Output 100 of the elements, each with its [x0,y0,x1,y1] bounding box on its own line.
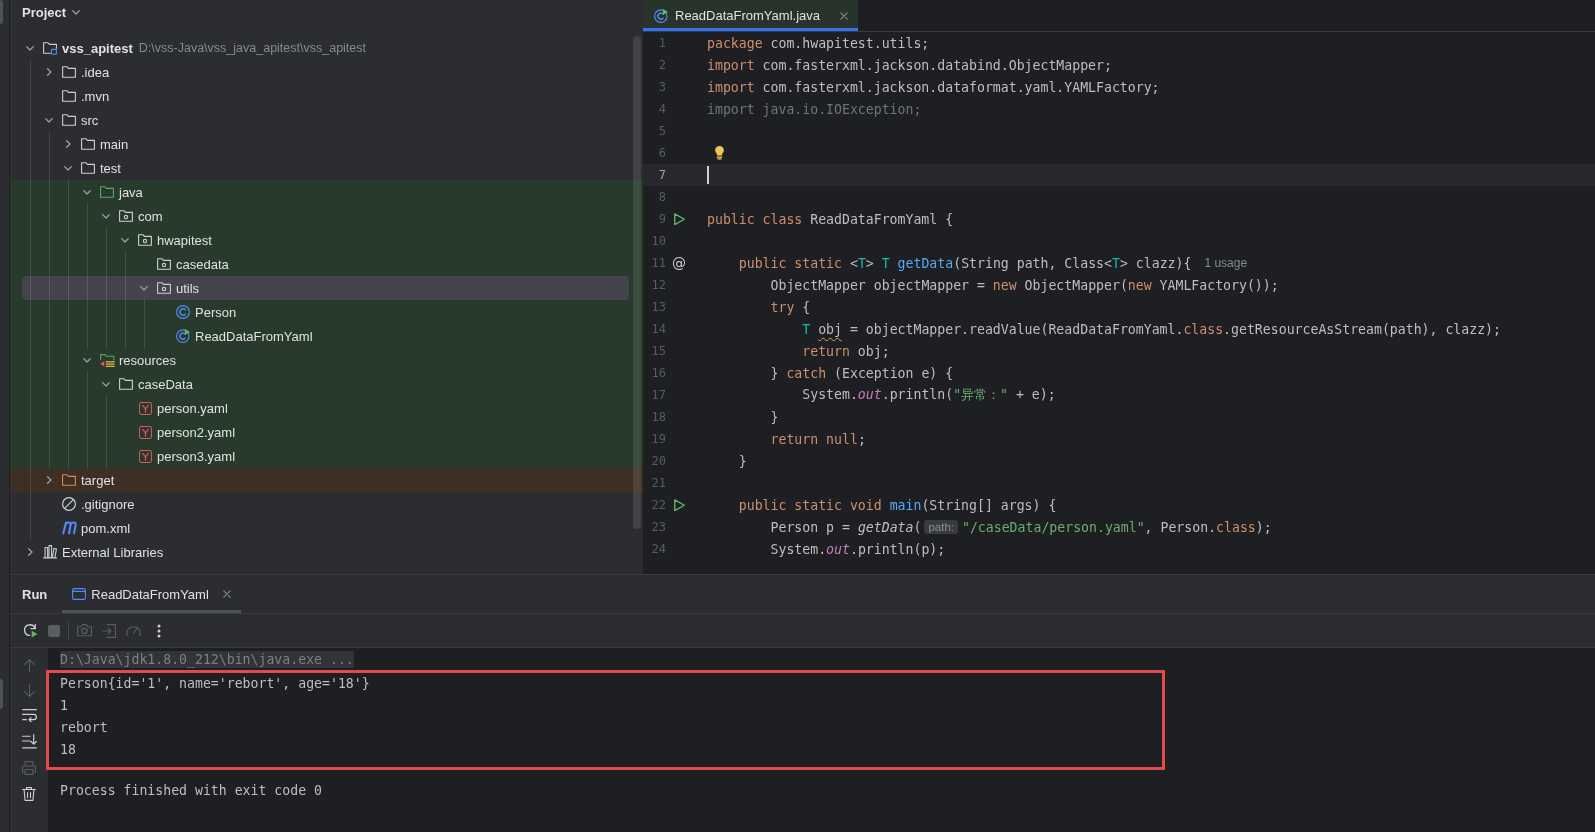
code-text: } [770,409,779,425]
folder-icon [119,378,133,390]
tree-item[interactable]: resources [22,348,629,372]
chevron-down-icon[interactable] [140,284,148,292]
line-number: 15 [650,344,666,358]
code-text: return obj; [802,343,890,359]
close-icon[interactable] [222,590,231,598]
code-text: Person p = getData( [770,519,922,535]
tree-item[interactable]: hwapitest [22,228,629,252]
package-folder-icon [157,282,171,294]
folder-icon [62,66,76,78]
rerun-icon[interactable] [23,623,38,638]
folder-icon [62,114,76,126]
chevron-right-icon[interactable] [45,68,53,76]
tree-item[interactable]: com [22,204,629,228]
tree-item[interactable]: caseData [22,372,629,396]
chevron-right-icon[interactable] [45,476,53,484]
at-sign-marker[interactable]: @ [672,255,686,271]
line-number: 1 [657,36,666,50]
yaml-file-icon [138,425,152,439]
tree-item[interactable]: person3.yaml [22,444,629,468]
tree-item[interactable]: External Libraries [22,540,629,564]
line-number: 4 [657,102,666,116]
project-view-dropdown[interactable]: Project [22,2,81,22]
code-text: "/caseData/person.yaml", Person.class); [962,519,1272,535]
tree-item[interactable]: pom.xml [22,516,629,540]
tree-item[interactable]: vss_apitest D:\vss-Java\vss_java_apitest\vss_apitest [22,36,629,60]
exit-status-message: Process finished with exit code 0 [60,782,322,800]
package-folder-icon [157,258,171,270]
more-vertical-icon[interactable] [157,623,161,638]
chevron-down-icon[interactable] [64,164,72,172]
runnable-class-icon [176,329,190,343]
line-number: 23 [650,520,666,534]
line-number: 5 [657,124,666,138]
code-text: package com.hwapitest.utils; [707,35,930,51]
resources-folder-icon [99,353,115,367]
run-icon[interactable] [673,212,685,226]
yaml-file-icon [138,401,152,415]
tree-item[interactable]: .gitignore [22,492,629,516]
code-text: ObjectMapper objectMapper = new ObjectMapper(new YAMLFactory()); [770,277,1279,293]
tree-item[interactable]: utils [22,276,629,300]
line-number: 2 [657,58,666,72]
line-number: 19 [650,432,666,446]
tree-item[interactable]: .mvn [22,84,629,108]
tree-item[interactable]: casedata [22,252,629,276]
chevron-down-icon[interactable] [45,116,53,124]
package-folder-icon [119,210,133,222]
code-text: } catch (Exception e) { [770,365,954,381]
class-icon [176,305,190,319]
console-output: 1 [60,697,68,715]
tree-item[interactable]: person.yaml [22,396,629,420]
chevron-down-icon[interactable] [83,356,91,364]
console-output: Person{id='1', name='rebort', age='18'} [60,675,370,693]
chevron-down-icon[interactable] [83,188,91,196]
text-caret [707,166,709,184]
code-text: import java.io.IOException; [707,101,922,117]
lightbulb-icon[interactable] [715,146,724,160]
folder-icon [100,186,114,198]
code-text: System.out.println("异常：" + e); [802,386,1056,404]
tree-item[interactable]: .idea [22,60,629,84]
scroll-to-end-icon[interactable] [21,734,37,749]
folder-icon [62,474,76,486]
tree-item[interactable]: Person [22,300,629,324]
tree-item[interactable]: main [22,132,629,156]
line-number: 13 [650,300,666,314]
scrollbar[interactable] [633,36,641,529]
chevron-down-icon[interactable] [26,44,34,52]
run-tab[interactable]: ReadDataFromYaml [62,575,241,613]
line-number: 14 [650,322,666,336]
usage-hint[interactable]: 1 usage [1204,256,1248,270]
code-text: public static void main(String[] args) { [738,497,1057,513]
chevron-down-icon[interactable] [121,236,129,244]
panel-title: Run [22,586,48,602]
chevron-down-icon[interactable] [102,380,110,388]
yaml-file-icon [138,449,152,463]
chevron-right-icon[interactable] [26,548,34,556]
run-icon[interactable] [673,498,685,512]
tree-item[interactable]: person2.yaml [22,420,629,444]
tree-item[interactable]: java [22,180,629,204]
soft-wrap-icon[interactable] [21,709,37,723]
chevron-down-icon[interactable] [102,212,110,220]
line-number: 3 [657,80,666,94]
line-number: 20 [650,454,666,468]
editor-tab[interactable]: ReadDataFromYaml.java [643,0,858,31]
chevron-right-icon[interactable] [64,140,72,148]
code-text: T obj = objectMapper.readValue(ReadDataFromYaml.class.getResourceAsStream(path), clazz); [802,321,1501,337]
console-output: rebort [60,719,108,737]
line-number: 9 [657,212,666,226]
close-icon[interactable] [840,11,848,20]
folder-icon [81,162,95,174]
code-text: public static <T> T getData(String path, Class<T> clazz){ [738,255,1192,271]
folder-icon [62,90,76,102]
runnable-class-icon [654,8,668,23]
tree-item[interactable]: ReadDataFromYaml [22,324,629,348]
tree-item[interactable]: src [22,108,629,132]
line-number: 7 [657,168,666,182]
tree-item[interactable]: target [22,468,629,492]
code-text: import com.fasterxml.jackson.dataformat.yaml.YAMLFactory; [707,79,1160,95]
trash-icon[interactable] [22,786,36,801]
tree-item[interactable]: test [22,156,629,180]
